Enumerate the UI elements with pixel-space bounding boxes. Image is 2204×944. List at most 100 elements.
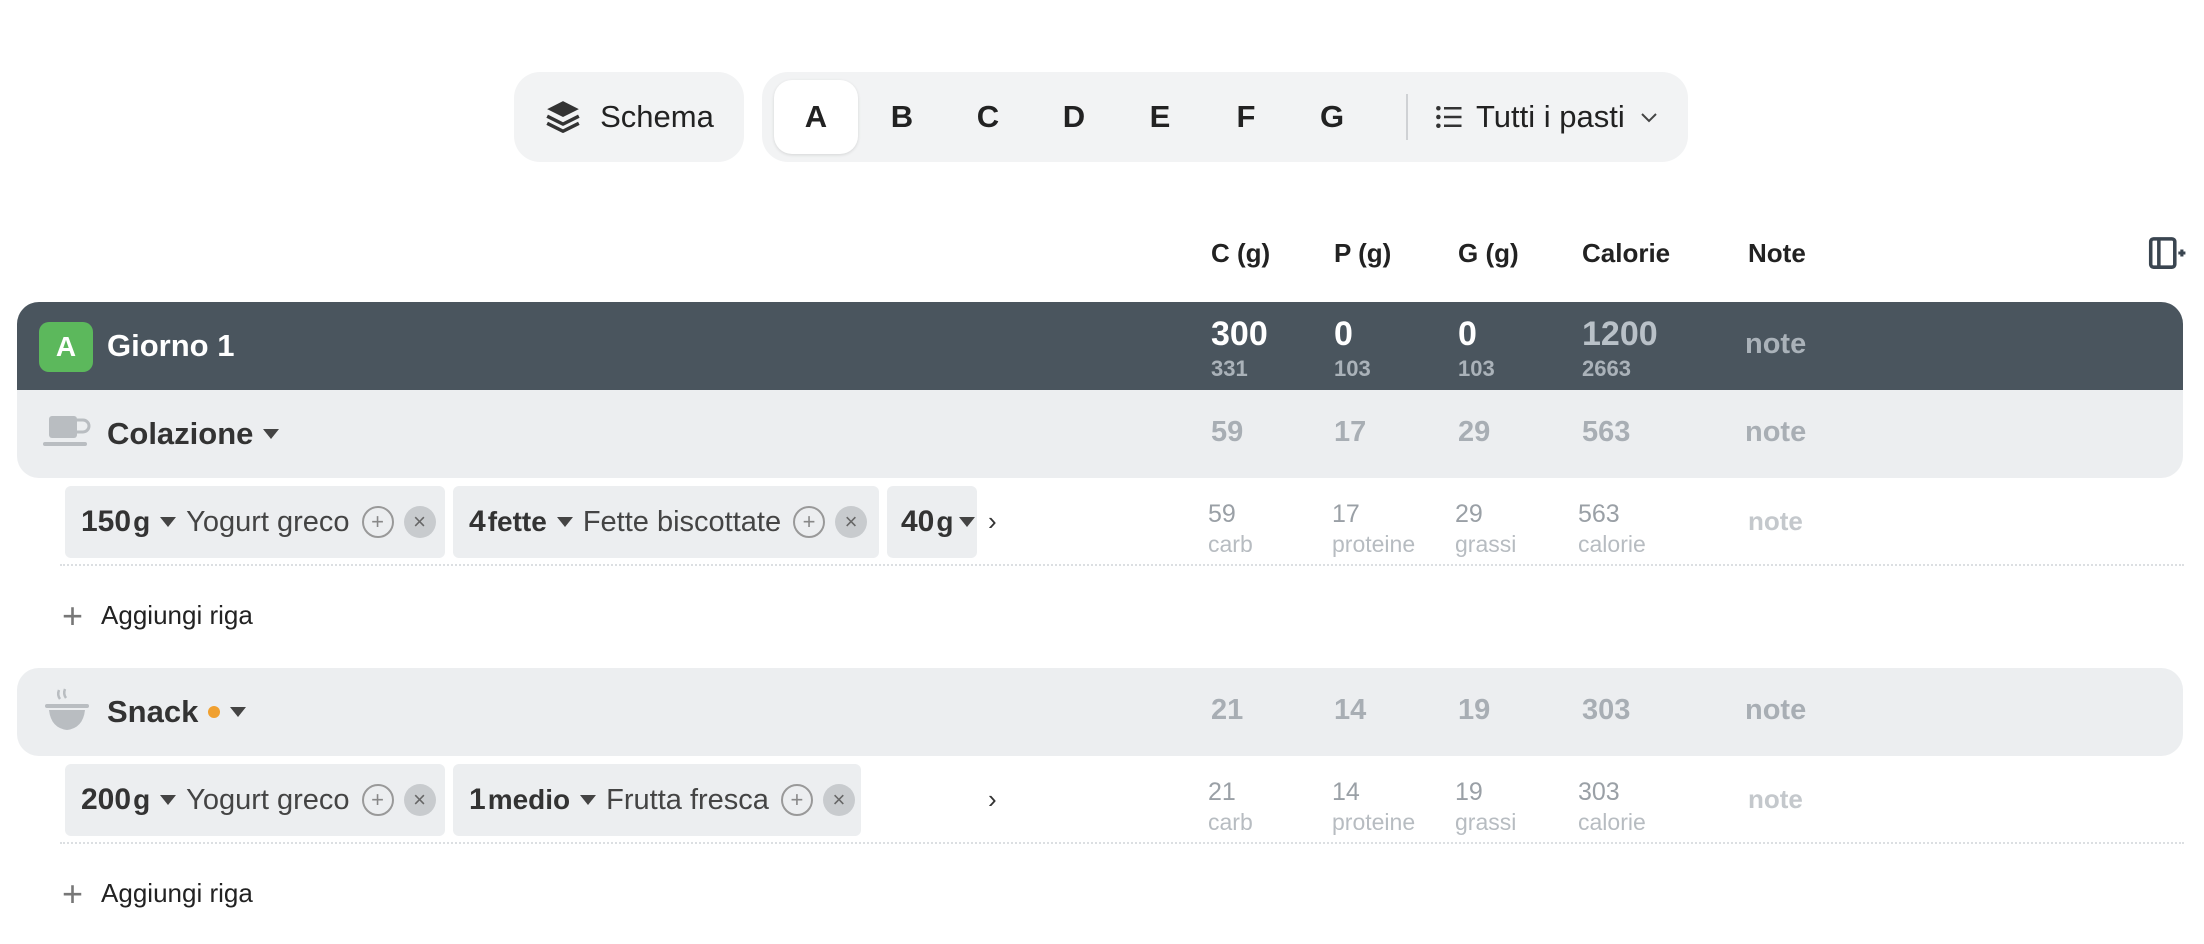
food-chip[interactable]: 200 g Yogurt greco + × <box>65 764 445 836</box>
food-unit[interactable]: g <box>133 506 150 538</box>
food-row-carbs: 59 carb <box>1208 500 1253 557</box>
day-protein: 0 103 <box>1334 315 1371 381</box>
food-qty[interactable]: 4 <box>469 505 486 539</box>
food-row-protein: 17 proteine <box>1332 500 1416 557</box>
col-header-notes: Note <box>1748 238 1806 268</box>
chevron-right-icon[interactable]: › <box>988 784 997 815</box>
caret-down-icon[interactable] <box>580 795 597 805</box>
food-chip[interactable]: 40 g <box>887 486 977 558</box>
meal-title[interactable]: Colazione <box>107 416 280 452</box>
tab-day-a[interactable]: A <box>774 80 858 154</box>
food-unit[interactable]: g <box>936 506 953 538</box>
day-calories: 1200 2663 <box>1582 315 1658 381</box>
food-qty[interactable]: 1 <box>469 783 486 817</box>
caret-down-icon[interactable] <box>160 517 177 527</box>
day-fat: 0 103 <box>1458 315 1495 381</box>
food-row: 150 g Yogurt greco + × 4 fette Fette bis… <box>60 486 2184 566</box>
meal-note[interactable]: note <box>1745 416 1806 449</box>
schema-label: Schema <box>600 99 714 134</box>
day-tabs: A B C D E F G Tutti i pasti <box>762 72 1688 162</box>
plus-icon: + <box>62 594 84 636</box>
food-row-carbs: 21 carb <box>1208 778 1253 835</box>
meal-protein: 17 <box>1334 416 1367 448</box>
food-qty[interactable]: 150 <box>81 505 131 539</box>
day-header-row[interactable]: A Giorno 1 300 331 0 103 0 103 1200 2663 not… <box>17 302 2183 390</box>
plus-circle-icon[interactable]: + <box>361 506 394 538</box>
add-row-button[interactable]: + Aggiungi riga <box>62 594 253 636</box>
tab-day-d[interactable]: D <box>1032 80 1116 154</box>
add-row-button[interactable]: + Aggiungi riga <box>62 872 253 914</box>
plus-circle-icon[interactable]: + <box>361 784 394 816</box>
food-chip[interactable]: 1 medio Frutta fresca + × <box>453 764 861 836</box>
food-chip[interactable]: 4 fette Fette biscottate + × <box>453 486 879 558</box>
tab-day-g[interactable]: G <box>1290 80 1374 154</box>
plus-circle-icon[interactable]: + <box>780 784 813 816</box>
food-row-fat: 29 grassi <box>1455 500 1517 557</box>
meal-calories: 303 <box>1582 694 1631 726</box>
plus-circle-icon[interactable]: + <box>793 506 826 538</box>
meal-protein: 14 <box>1334 694 1367 726</box>
tab-day-f[interactable]: F <box>1204 80 1288 154</box>
day-badge: A <box>39 322 93 372</box>
meal-header-snack[interactable]: Snack 21 14 19 303 note <box>17 668 2183 756</box>
remove-circle-icon[interactable]: × <box>822 784 855 816</box>
add-row-label: Aggiungi riga <box>101 878 253 908</box>
add-column-panel-icon[interactable] <box>2148 236 2186 270</box>
day-carbs: 300 331 <box>1211 315 1268 381</box>
meal-header-colazione[interactable]: Colazione 59 17 29 563 note <box>17 390 2183 478</box>
caret-down-icon[interactable] <box>160 795 177 805</box>
col-header-calories: Calorie <box>1582 238 1671 268</box>
food-row-note[interactable]: note <box>1748 784 1803 815</box>
caret-down-icon <box>230 707 247 717</box>
caret-down-icon <box>263 429 280 439</box>
meal-fat: 29 <box>1458 416 1491 448</box>
layers-icon <box>546 101 580 133</box>
remove-circle-icon[interactable]: × <box>835 506 868 538</box>
meals-filter-dropdown[interactable]: Tutti i pasti <box>1434 72 1661 162</box>
coffee-cup-icon <box>43 416 91 446</box>
tab-day-b[interactable]: B <box>860 80 944 154</box>
meal-fat: 19 <box>1458 694 1491 726</box>
col-header-protein: P (g) <box>1334 238 1392 268</box>
list-icon <box>1436 106 1462 128</box>
food-name[interactable]: Fette biscottate <box>583 506 781 539</box>
col-header-carbs: C (g) <box>1211 238 1271 268</box>
schema-button[interactable]: Schema <box>514 72 744 162</box>
remove-circle-icon[interactable]: × <box>403 784 436 816</box>
food-unit[interactable]: medio <box>488 784 570 816</box>
meal-note[interactable]: note <box>1745 694 1806 727</box>
chevron-down-icon <box>1641 113 1657 123</box>
food-unit[interactable]: g <box>133 784 150 816</box>
food-row-calories: 303 calorie <box>1578 778 1646 835</box>
meal-carbs: 21 <box>1211 694 1244 726</box>
food-row-fat: 19 grassi <box>1455 778 1517 835</box>
day-title: Giorno 1 <box>107 328 235 363</box>
food-name[interactable]: Yogurt greco <box>186 506 349 539</box>
bowl-icon <box>45 688 89 730</box>
meals-filter-label: Tutti i pasti <box>1476 99 1625 134</box>
day-note[interactable]: note <box>1745 328 1806 361</box>
food-qty[interactable]: 40 <box>901 505 934 539</box>
meal-carbs: 59 <box>1211 416 1244 448</box>
remove-circle-icon[interactable]: × <box>403 506 436 538</box>
caret-down-icon[interactable] <box>556 517 573 527</box>
tab-day-c[interactable]: C <box>946 80 1030 154</box>
food-row-note[interactable]: note <box>1748 506 1803 537</box>
plus-icon: + <box>62 872 84 914</box>
status-dot <box>208 706 221 718</box>
meal-title[interactable]: Snack <box>107 694 247 730</box>
food-row: 200 g Yogurt greco + × 1 medio Frutta fr… <box>60 764 2184 844</box>
food-row-calories: 563 calorie <box>1578 500 1646 557</box>
food-unit[interactable]: fette <box>488 506 547 538</box>
food-name[interactable]: Yogurt greco <box>186 784 349 817</box>
tab-day-e[interactable]: E <box>1118 80 1202 154</box>
col-header-fat: G (g) <box>1458 238 1519 268</box>
food-name[interactable]: Frutta fresca <box>606 784 769 817</box>
chevron-right-icon[interactable]: › <box>988 506 997 537</box>
food-qty[interactable]: 200 <box>81 783 131 817</box>
food-chip[interactable]: 150 g Yogurt greco + × <box>65 486 445 558</box>
food-row-protein: 14 proteine <box>1332 778 1416 835</box>
caret-down-icon[interactable] <box>959 517 976 527</box>
add-row-label: Aggiungi riga <box>101 600 253 630</box>
divider <box>1406 94 1408 140</box>
